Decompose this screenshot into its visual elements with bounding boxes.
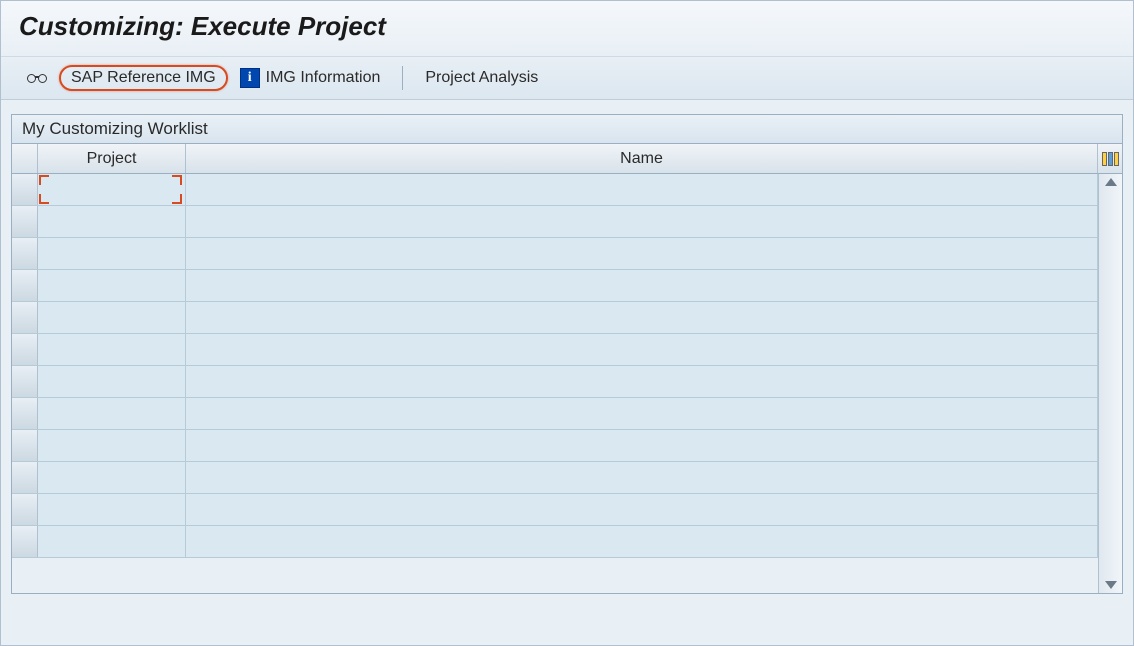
cell-name[interactable] (186, 494, 1098, 525)
cell-name[interactable] (186, 526, 1098, 557)
cell-project[interactable] (38, 334, 186, 365)
toolbar: SAP Reference IMG i IMG Information Proj… (1, 57, 1133, 100)
app-window: Customizing: Execute Project SAP Referen… (0, 0, 1134, 646)
row-selector[interactable] (12, 366, 38, 397)
panel-header: My Customizing Worklist (12, 115, 1122, 144)
img-information-label: IMG Information (266, 69, 381, 87)
row-selector[interactable] (12, 302, 38, 333)
table-row (12, 526, 1098, 558)
grid-main: Project Name (12, 144, 1122, 593)
cell-name[interactable] (186, 302, 1098, 333)
cell-name[interactable] (186, 398, 1098, 429)
layout-settings-button[interactable] (1098, 144, 1122, 173)
cell-name[interactable] (186, 462, 1098, 493)
sap-reference-img-label: SAP Reference IMG (71, 69, 216, 87)
table-row (12, 494, 1098, 526)
grid-body (12, 174, 1122, 593)
table-row (12, 270, 1098, 302)
row-selector[interactable] (12, 270, 38, 301)
cell-project[interactable] (38, 494, 186, 525)
cell-project[interactable] (38, 270, 186, 301)
cell-project[interactable] (38, 366, 186, 397)
grid: Project Name (12, 144, 1122, 593)
row-selector[interactable] (12, 174, 38, 205)
row-selector[interactable] (12, 238, 38, 269)
cell-project[interactable] (38, 174, 186, 205)
glasses-icon (27, 72, 47, 84)
cell-name[interactable] (186, 366, 1098, 397)
sap-reference-img-button[interactable]: SAP Reference IMG (59, 65, 228, 91)
cell-name[interactable] (186, 238, 1098, 269)
scroll-down-icon[interactable] (1105, 581, 1117, 589)
scroll-up-icon[interactable] (1105, 178, 1117, 186)
column-header-project-label: Project (87, 150, 137, 168)
cell-name[interactable] (186, 174, 1098, 205)
table-row (12, 366, 1098, 398)
info-icon: i (240, 68, 260, 88)
rows-area (12, 174, 1098, 593)
cell-name[interactable] (186, 334, 1098, 365)
cell-name[interactable] (186, 430, 1098, 461)
row-selector[interactable] (12, 462, 38, 493)
toolbar-separator (402, 66, 403, 90)
row-selector[interactable] (12, 430, 38, 461)
table-row (12, 174, 1098, 206)
img-information-button[interactable]: i IMG Information (232, 66, 389, 90)
row-selector[interactable] (12, 206, 38, 237)
table-row (12, 302, 1098, 334)
cell-name[interactable] (186, 270, 1098, 301)
page-title: Customizing: Execute Project (19, 11, 1115, 42)
row-selector[interactable] (12, 526, 38, 557)
cell-name[interactable] (186, 206, 1098, 237)
cell-project[interactable] (38, 206, 186, 237)
focus-indicator (39, 175, 182, 204)
row-selector[interactable] (12, 494, 38, 525)
row-selector-header[interactable] (12, 144, 38, 173)
table-row (12, 430, 1098, 462)
row-selector[interactable] (12, 398, 38, 429)
cell-project[interactable] (38, 302, 186, 333)
cell-project[interactable] (38, 398, 186, 429)
table-row (12, 398, 1098, 430)
glasses-button[interactable] (19, 70, 55, 86)
project-analysis-button[interactable]: Project Analysis (417, 67, 546, 89)
table-row (12, 238, 1098, 270)
project-analysis-label: Project Analysis (425, 69, 538, 87)
table-row (12, 334, 1098, 366)
table-row (12, 462, 1098, 494)
worklist-panel: My Customizing Worklist Project Name (11, 114, 1123, 594)
column-header-project[interactable]: Project (38, 144, 186, 173)
cell-project[interactable] (38, 238, 186, 269)
cell-project[interactable] (38, 526, 186, 557)
row-selector[interactable] (12, 334, 38, 365)
cell-project[interactable] (38, 462, 186, 493)
table-row (12, 206, 1098, 238)
layout-icon (1101, 152, 1119, 166)
column-header-name-label: Name (620, 150, 663, 168)
cell-project[interactable] (38, 430, 186, 461)
vertical-scrollbar[interactable] (1098, 174, 1122, 593)
column-header-name[interactable]: Name (186, 144, 1098, 173)
title-bar: Customizing: Execute Project (1, 1, 1133, 57)
column-header-row: Project Name (12, 144, 1122, 174)
